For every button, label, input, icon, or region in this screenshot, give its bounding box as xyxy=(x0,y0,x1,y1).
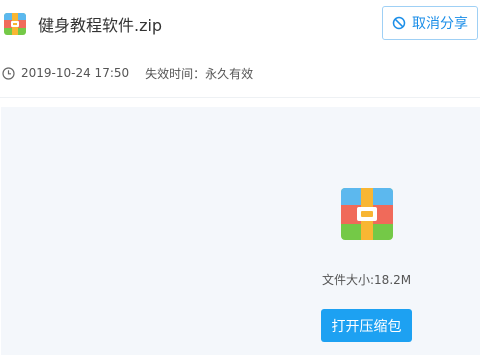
open-archive-button[interactable]: 打开压缩包 xyxy=(321,309,412,342)
clock-icon xyxy=(2,66,15,80)
zip-archive-icon xyxy=(4,13,26,35)
file-size: 文件大小:18.2M xyxy=(322,273,412,287)
share-header: 健身教程软件.zip 取消分享 2019-10-24 17:50 失效时间：永久… xyxy=(0,0,480,97)
cancel-share-button[interactable]: 取消分享 xyxy=(382,6,478,40)
expire-time: 失效时间：永久有效 xyxy=(145,66,254,81)
divider xyxy=(0,97,480,98)
file-name: 健身教程软件.zip xyxy=(38,16,163,35)
created-time: 2019-10-24 17:50 xyxy=(21,66,130,80)
cancel-share-label: 取消分享 xyxy=(412,16,468,32)
block-icon xyxy=(392,16,406,30)
share-meta: 2019-10-24 17:50 失效时间：永久有效 xyxy=(2,64,253,82)
zip-archive-large-icon xyxy=(341,188,393,240)
